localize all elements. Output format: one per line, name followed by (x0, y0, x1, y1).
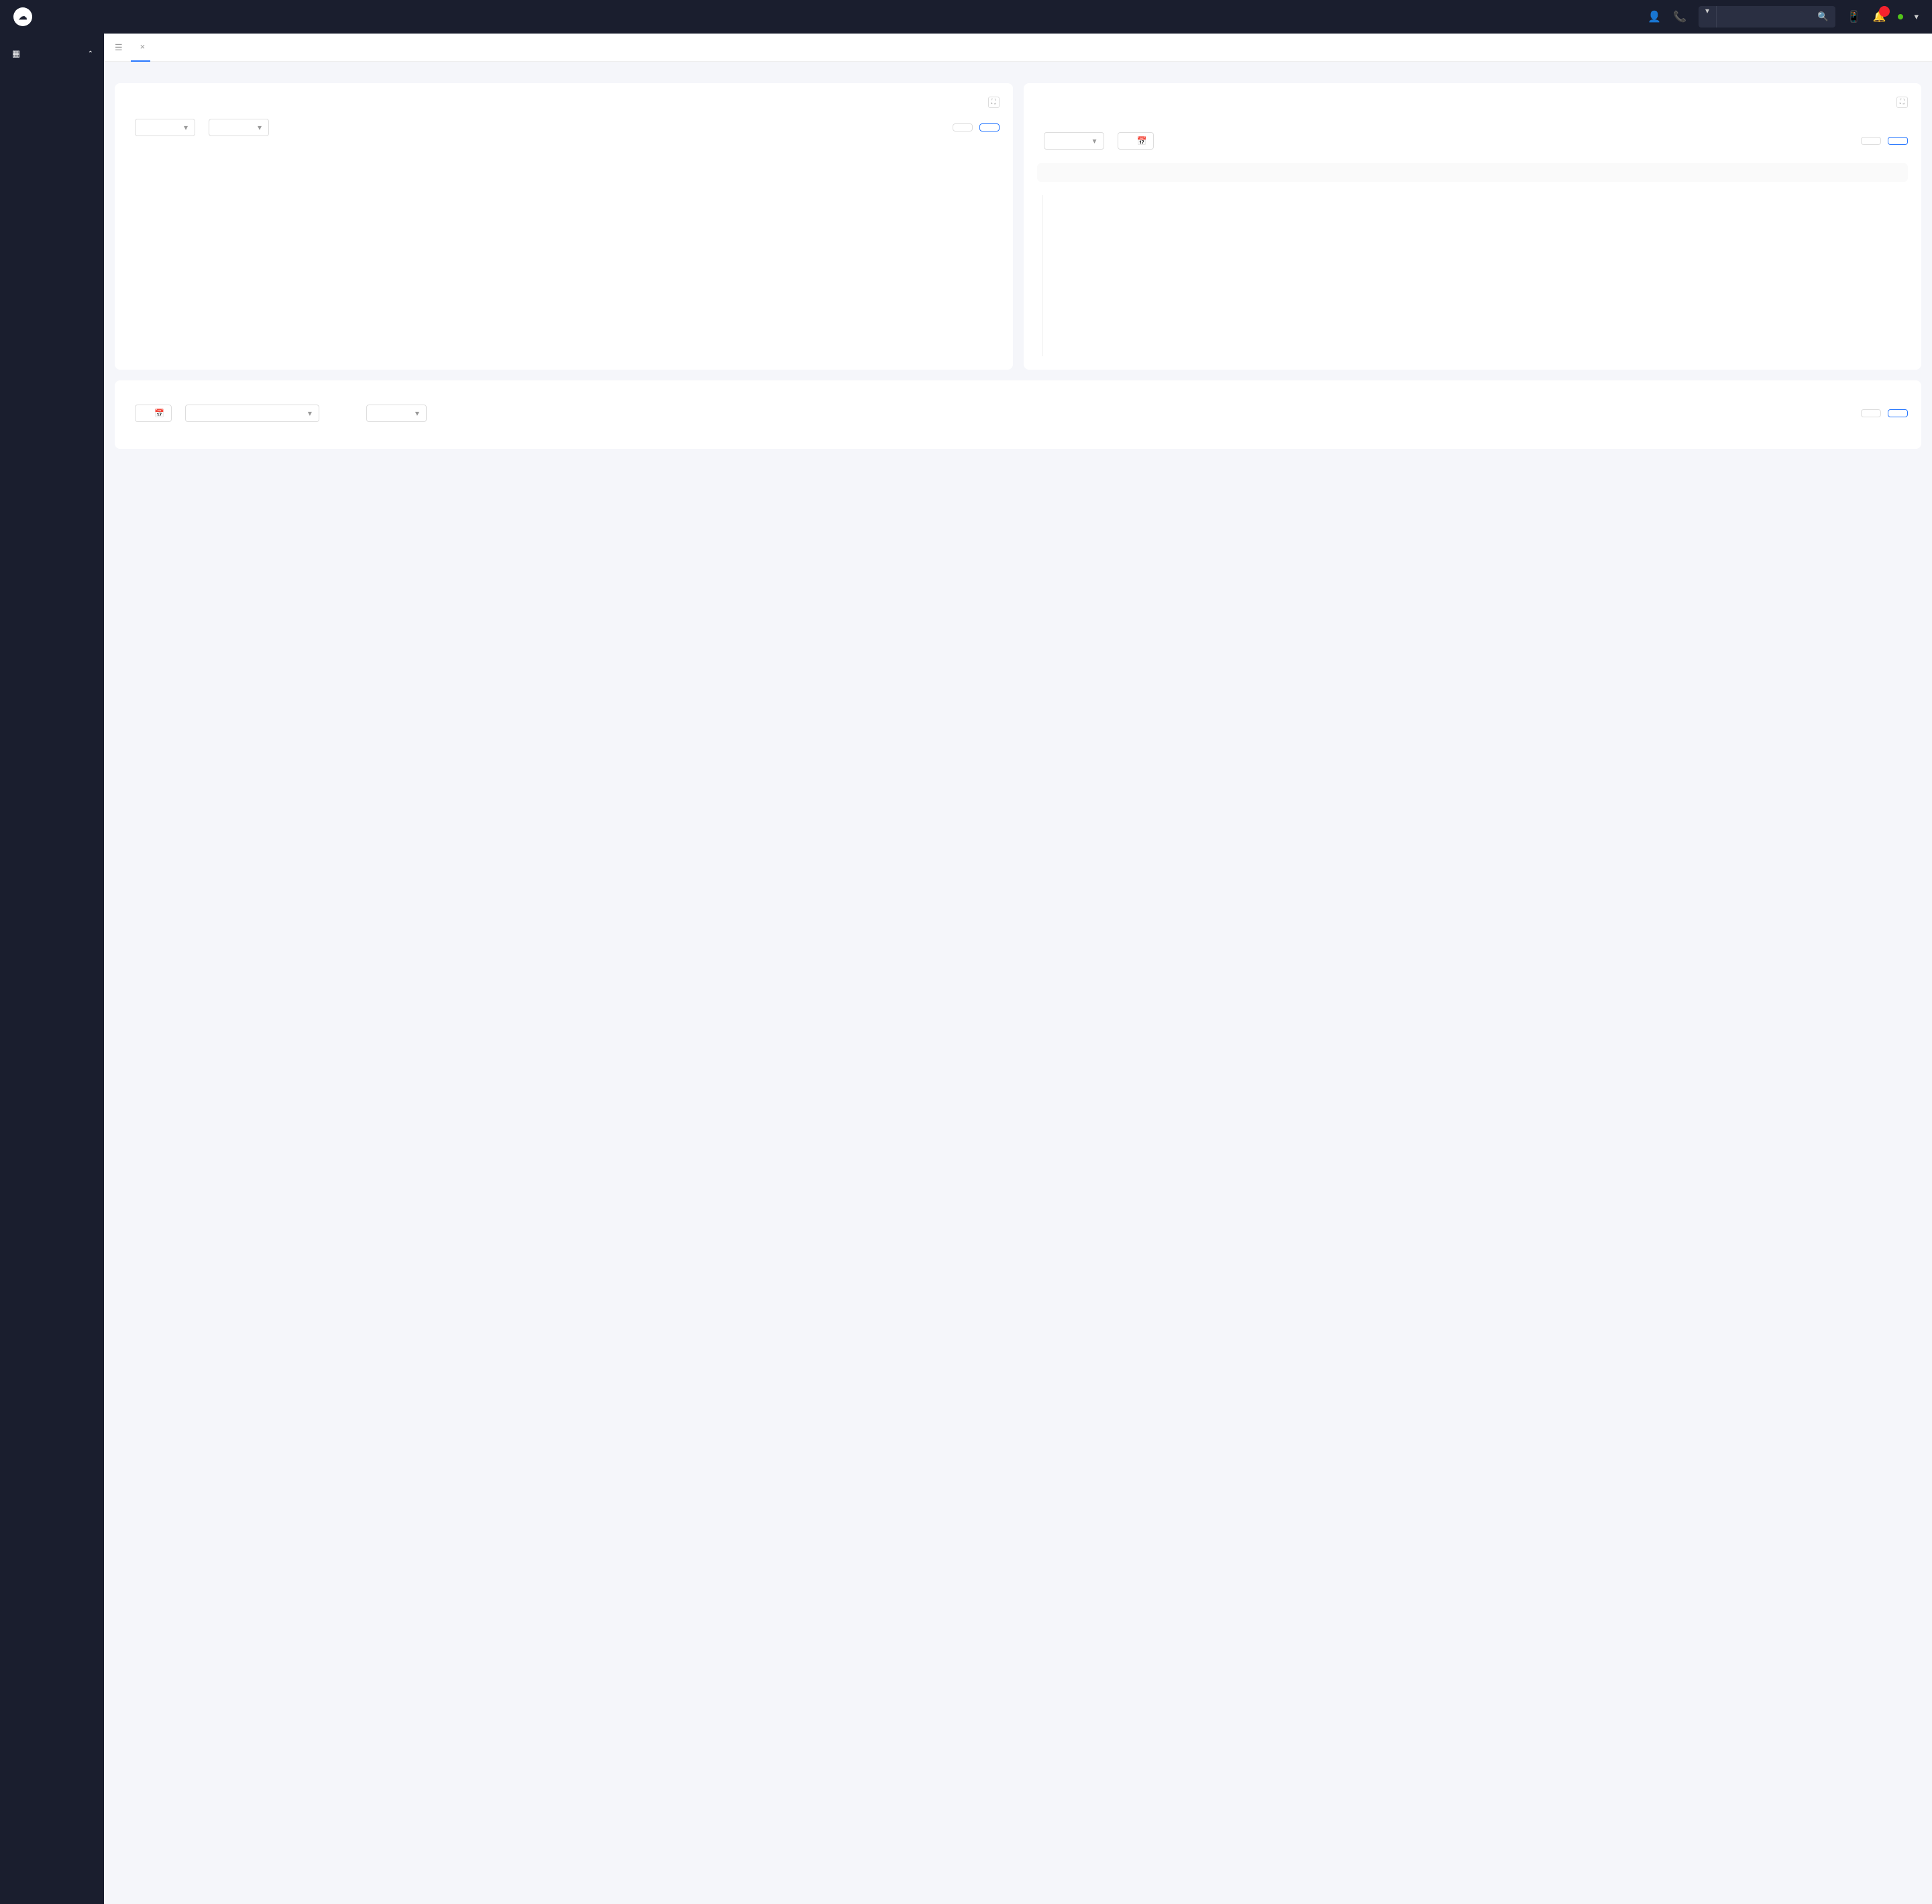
period-select[interactable]: ▾ (209, 119, 269, 136)
mobile-icon[interactable]: 📱 (1847, 10, 1861, 23)
date-range-input[interactable]: 📅 (1118, 132, 1155, 150)
main-content: ☰ × ⛶ ▾ ▾ (104, 34, 1932, 1904)
ranking-dept-select[interactable]: ▾ (366, 405, 427, 422)
calendar-icon: 📅 (154, 409, 164, 418)
goal-panel: ⛶ ▾ ▾ (115, 83, 1013, 370)
search-input[interactable] (1717, 12, 1811, 21)
ranking-panel: 📅 ▾ ▾ (115, 380, 1921, 449)
sidebar-group-data-board[interactable]: ▦ ⌃ (0, 40, 104, 67)
user-icon[interactable]: 👤 (1648, 10, 1661, 23)
close-icon[interactable]: × (140, 42, 146, 52)
stat-method-select[interactable]: ▾ (185, 405, 319, 422)
comm-query-button[interactable] (1888, 137, 1908, 145)
search-box: ▾ 🔍 (1699, 6, 1835, 28)
phone-icon[interactable]: 📞 (1673, 10, 1686, 23)
ranking-reset-button[interactable] (1861, 409, 1881, 417)
top-nav: ☁ 👤 📞 ▾ 🔍 📱 🔔 ▾ (0, 0, 1932, 34)
logo: ☁ (13, 7, 43, 26)
dept-select[interactable]: ▾ (1044, 132, 1104, 150)
search-button[interactable]: 🔍 (1811, 11, 1835, 22)
ranking-query-button[interactable] (1888, 409, 1908, 417)
comm-panel: ⛶ ▾ 📅 (1024, 83, 1922, 370)
ranking-date-input[interactable]: 📅 (135, 405, 172, 422)
hamburger-icon[interactable]: ☰ (115, 42, 123, 53)
expand-icon[interactable]: ⛶ (988, 97, 1000, 108)
bar-chart (1037, 195, 1909, 356)
search-type-select[interactable]: ▾ (1699, 6, 1717, 28)
calendar-icon: 📅 (1137, 136, 1147, 146)
dashboard-icon: ▦ (11, 48, 21, 59)
logo-icon: ☁ (13, 7, 32, 26)
chevron-up-icon: ⌃ (88, 50, 93, 58)
goal-query-button[interactable] (979, 123, 1000, 131)
tab-company-board[interactable]: × (131, 34, 151, 62)
sidebar: ▦ ⌃ (0, 34, 104, 1904)
target-select[interactable]: ▾ (135, 119, 195, 136)
bell-icon[interactable]: 🔔 (1873, 10, 1886, 23)
comm-reset-button[interactable] (1861, 137, 1881, 145)
user-menu[interactable]: ▾ (1898, 11, 1919, 22)
tabs-bar: ☰ × (104, 34, 1932, 62)
goal-reset-button[interactable] (953, 123, 973, 131)
status-dot (1898, 14, 1903, 19)
chevron-down-icon: ▾ (1914, 11, 1919, 22)
expand-icon[interactable]: ⛶ (1896, 97, 1908, 108)
notif-badge (1879, 6, 1890, 17)
